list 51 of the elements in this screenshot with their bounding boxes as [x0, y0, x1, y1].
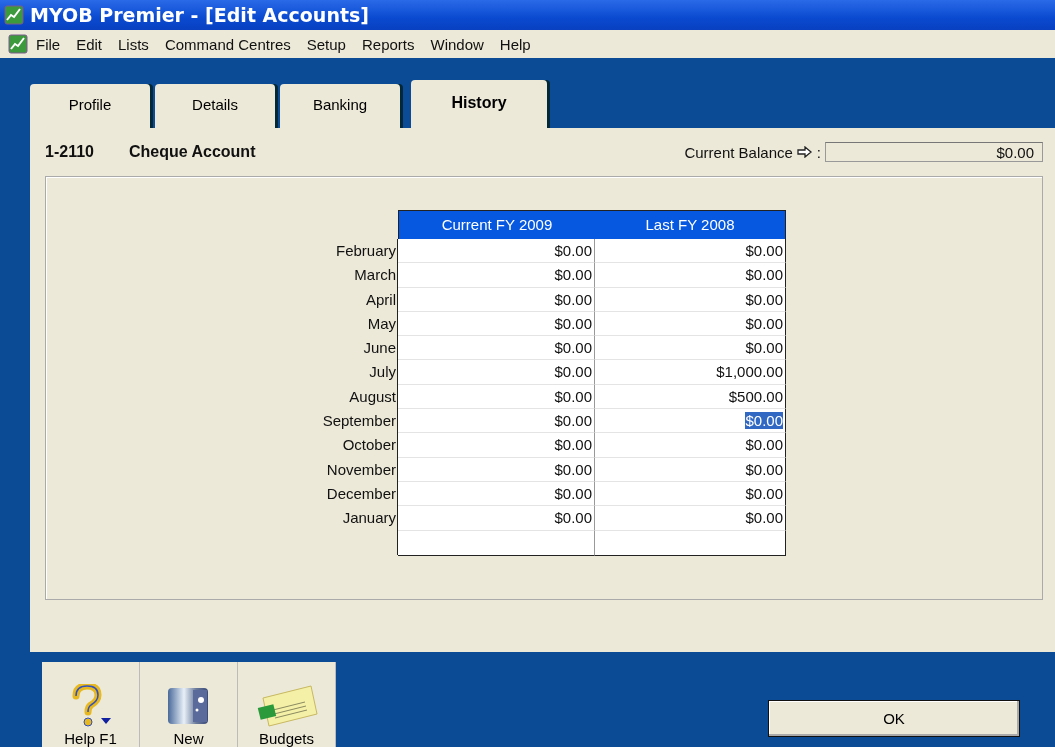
menu-item[interactable]: Edit — [68, 35, 111, 53]
right-arrow-icon — [796, 146, 813, 158]
table-cell: $0.00 — [745, 436, 783, 454]
column-header: Current FY 2009 — [398, 210, 595, 239]
menu-item[interactable]: Help — [491, 35, 539, 53]
toolbar-button[interactable]: Budgets — [238, 662, 336, 747]
table-cell: $1,000.00 — [716, 363, 783, 381]
table-cell: $0.00 — [745, 412, 783, 430]
menu-item[interactable]: Setup — [298, 35, 354, 53]
menu-item[interactable]: Command Centres — [156, 35, 299, 53]
table-cell: $0.00 — [745, 460, 783, 478]
app-logo-icon — [4, 5, 24, 25]
menu-item[interactable]: Window — [422, 35, 492, 53]
menu-item[interactable]: Reports — [353, 35, 423, 53]
table-cell: $0.00 — [554, 363, 592, 381]
table-cell: $0.00 — [554, 412, 592, 430]
table-cell: $500.00 — [728, 387, 783, 405]
table-cell: $0.00 — [554, 509, 592, 527]
table-cell: $0.00 — [554, 339, 592, 357]
colon-label: : — [816, 143, 821, 161]
table-cell: $0.00 — [554, 387, 592, 405]
table-cell: $0.00 — [554, 290, 592, 308]
table-cell: $0.00 — [745, 290, 783, 308]
table-cell: $0.00 — [745, 266, 783, 284]
table-cell: $0.00 — [554, 266, 592, 284]
toolbar-button[interactable]: New — [140, 662, 238, 747]
table-cell: $0.00 — [745, 314, 783, 332]
tab[interactable]: Banking — [280, 84, 400, 128]
table-cell: $0.00 — [745, 484, 783, 502]
tab[interactable]: History — [411, 80, 547, 128]
table-cell: $0.00 — [745, 339, 783, 357]
table-cell: $0.00 — [554, 242, 592, 259]
tab[interactable]: Profile — [30, 84, 150, 128]
balance-field: $0.00 — [825, 142, 1043, 162]
table-cell: $0.00 — [745, 509, 783, 527]
balance-label: Current Balance — [684, 143, 793, 161]
table-cell: $0.00 — [554, 484, 592, 502]
toolbar-button[interactable]: Help F1 — [42, 662, 140, 747]
menu-app-icon — [8, 34, 28, 54]
table-cell: $0.00 — [745, 242, 783, 259]
menu-item[interactable]: File — [28, 35, 69, 53]
tab[interactable]: Details — [155, 84, 275, 128]
account-number: 1-2110 — [45, 143, 94, 161]
table-cell: $0.00 — [554, 460, 592, 478]
column-header: Last FY 2008 — [595, 210, 786, 239]
table-cell: $0.00 — [554, 314, 592, 332]
window-title: MYOB Premier - [Edit Accounts] — [30, 4, 369, 26]
ok-button[interactable]: OK — [768, 700, 1020, 737]
table-cell: $0.00 — [554, 436, 592, 454]
menu-item[interactable]: Lists — [110, 35, 157, 53]
account-name: Cheque Account — [128, 143, 256, 161]
